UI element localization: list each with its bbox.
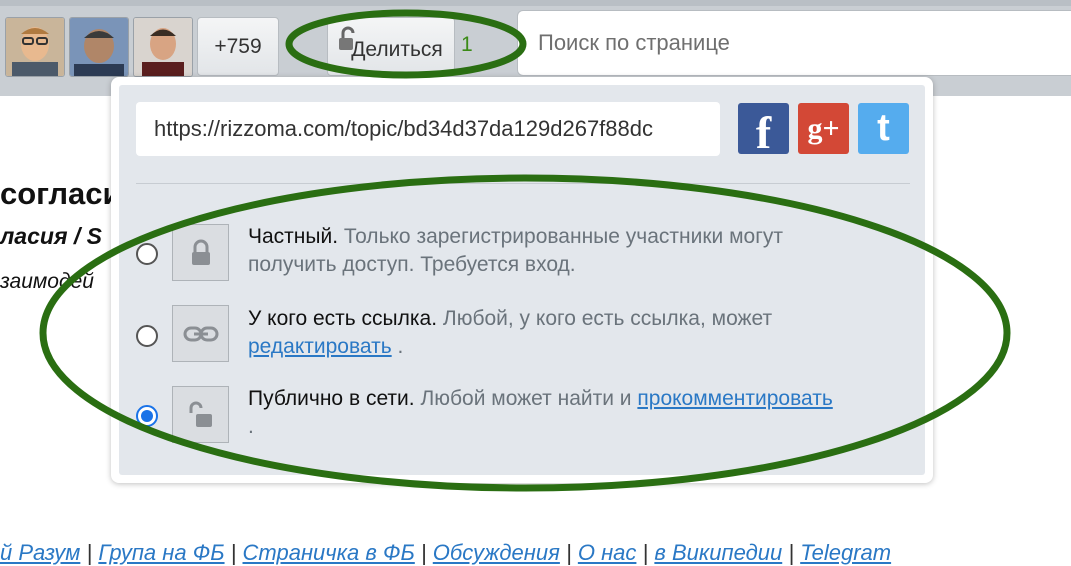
- radio-private[interactable]: [136, 243, 158, 265]
- link-icon: [172, 305, 229, 362]
- page-text-fragment: заимодей: [0, 270, 94, 293]
- facebook-icon[interactable]: f: [738, 103, 789, 158]
- footer-link-fb-group[interactable]: Група на ФБ: [98, 540, 224, 565]
- google-plus-icon[interactable]: g+: [798, 103, 849, 154]
- footer-links: й Разум | Група на ФБ | Страничка в ФБ |…: [0, 540, 891, 566]
- participant-avatar-3[interactable]: [133, 17, 193, 77]
- more-participants-count: +759: [214, 34, 262, 58]
- share-count: 1: [461, 33, 473, 56]
- option-link-tail: .: [397, 335, 404, 358]
- option-public-tail: .: [248, 415, 254, 438]
- option-private-text: Частный. Только зарегистрированные участ…: [248, 223, 868, 279]
- footer-link-wikipedia[interactable]: в Википедии: [654, 540, 782, 565]
- share-popup-body: f g+ t Частный. Только зарегистрированны…: [119, 85, 925, 475]
- search-input[interactable]: [517, 10, 1071, 76]
- footer-link-discussions[interactable]: Обсуждения: [433, 540, 560, 565]
- twitter-icon[interactable]: t: [858, 103, 909, 154]
- page-title-fragment: согласи: [0, 176, 122, 211]
- footer-separator: |: [414, 540, 433, 565]
- footer-link-fb-page[interactable]: Страничка в ФБ: [243, 540, 415, 565]
- footer-separator: |: [782, 540, 801, 565]
- radio-anyone-with-link[interactable]: [136, 325, 158, 347]
- radio-public[interactable]: [136, 405, 158, 427]
- footer-link-razum[interactable]: й Разум: [0, 540, 80, 565]
- more-participants-button[interactable]: +759: [197, 17, 279, 76]
- share-url-field[interactable]: [136, 102, 720, 156]
- lock-icon: [172, 224, 229, 281]
- option-public-text: Публично в сети. Любой может найти и про…: [248, 385, 868, 441]
- toolbar-top-strip: [0, 0, 1071, 6]
- footer-separator: |: [559, 540, 578, 565]
- page-subtitle-fragment: ласия / S: [0, 223, 102, 249]
- footer-link-telegram[interactable]: Telegram: [800, 540, 891, 565]
- participant-avatar-2[interactable]: [69, 17, 129, 77]
- footer-separator: |: [80, 540, 99, 565]
- option-public-desc: Любой может найти и: [420, 387, 632, 410]
- option-link-desc: Любой, у кого есть ссылка, может: [442, 307, 773, 330]
- option-public-title: Публично в сети.: [248, 387, 415, 410]
- footer-separator: |: [224, 540, 243, 565]
- option-link-title: У кого есть ссылка.: [248, 307, 438, 330]
- footer-separator: |: [636, 540, 655, 565]
- footer-link-about[interactable]: О нас: [578, 540, 637, 565]
- share-popup: f g+ t Частный. Только зарегистрированны…: [111, 77, 933, 483]
- share-button[interactable]: Делиться: [327, 17, 455, 76]
- share-button-label: Делиться: [351, 38, 443, 61]
- unlock-icon: [172, 386, 229, 443]
- popup-divider: [136, 183, 910, 184]
- comment-link[interactable]: прокомментировать: [637, 387, 832, 410]
- option-link-text: У кого есть ссылка. Любой, у кого есть с…: [248, 305, 868, 361]
- option-private-title: Частный.: [248, 225, 339, 248]
- edit-link[interactable]: редактировать: [248, 335, 392, 358]
- participant-avatar-1[interactable]: [5, 17, 65, 77]
